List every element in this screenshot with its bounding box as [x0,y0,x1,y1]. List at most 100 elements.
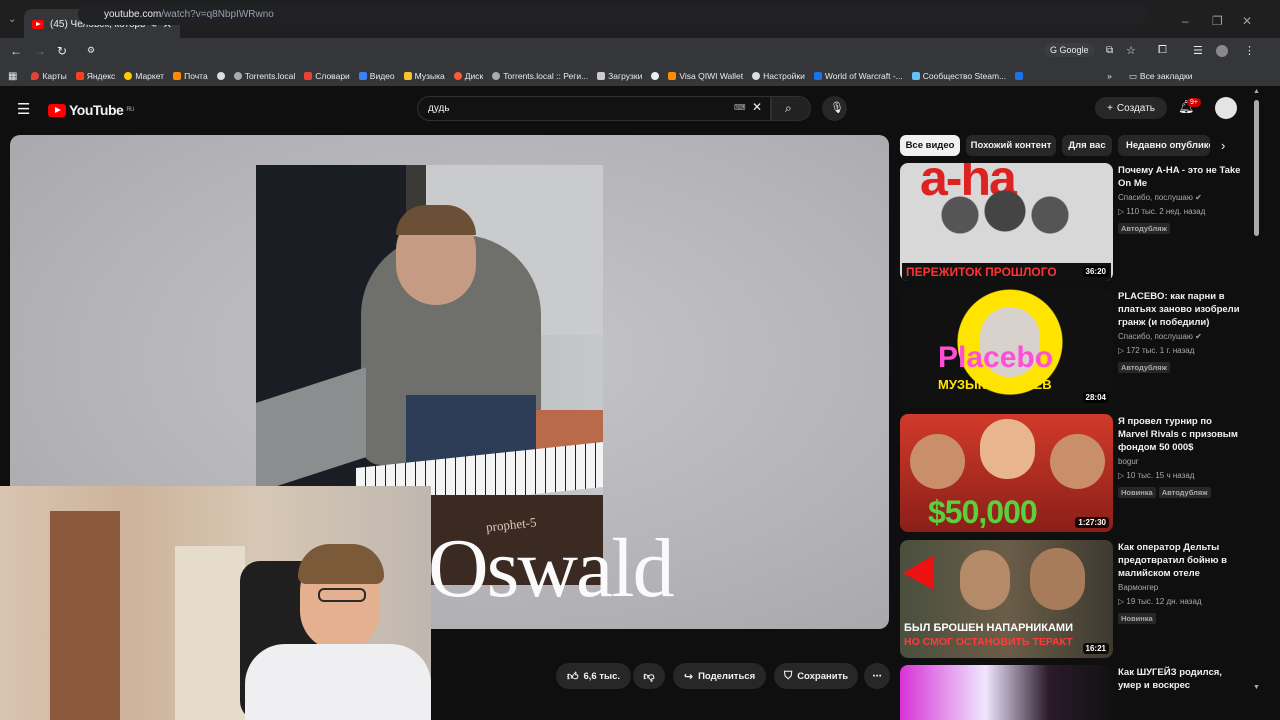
recommendation-title[interactable]: Почему A-HA - это не Take On Me [1118,164,1243,190]
logo-region: RU [126,107,134,113]
bookmark-item[interactable]: Музыка [403,71,445,81]
like-button[interactable]: 👍︎ 6,6 тыс. [556,663,631,689]
menu-kebab-icon[interactable]: ⋮ [1244,44,1255,57]
bookmark-item[interactable]: Почта [173,71,208,81]
recommendation-thumbnail[interactable]: БЫЛ БРОШЕН НАПАРНИКАМИ НО СМОГ ОСТАНОВИТ… [900,540,1113,658]
apps-grid-icon[interactable]: ▦ [8,71,17,82]
bookmark-label: Настройки [763,71,805,81]
back-icon[interactable]: ← [10,44,22,58]
bookmark-item[interactable]: Видео [358,71,395,81]
page-scrollbar-thumb[interactable] [1254,100,1259,236]
recommendation-thumbnail[interactable] [900,665,1113,720]
new-badge: Новинка [1118,613,1156,624]
hamburger-menu-icon[interactable]: ☰ [17,100,30,118]
recommendation-item[interactable]: a-ha ПЕРЕЖИТОК ПРОШЛОГО 36:20 Почему A-H… [900,163,1245,281]
site-info-icon[interactable]: ⚙ [87,45,95,56]
voice-search-button[interactable]: 🎙︎ [822,96,847,121]
bookmark-star-icon[interactable]: ☆ [1126,44,1136,57]
bookmark-item[interactable]: World of Warcraft -... [813,71,903,81]
thumbs-down-icon: 👎︎ [643,670,655,683]
chips-next-chevron-icon[interactable]: › [1221,138,1225,153]
bookmark-label: Torrents.local :: Реги... [503,71,589,81]
install-icon[interactable]: ⧉ [1106,45,1113,56]
share-label: Поделиться [698,670,756,682]
bookmark-item[interactable]: Сообщество Steam... [911,71,1006,81]
bookmark-item[interactable]: Маркет [124,71,164,81]
chip-all-videos[interactable]: Все видео [900,135,960,156]
bookmark-label: Маркет [135,71,165,81]
recommendation-title[interactable]: Я провел турнир по Marvel Rivals с призо… [1118,415,1243,454]
more-actions-button[interactable]: ⋯ [864,663,890,689]
more-bookmarks-icon[interactable]: » [1107,71,1112,81]
clear-search-icon[interactable]: ✕ [752,100,762,114]
bookmark-item[interactable]: Диск [453,71,483,81]
bookmark-item[interactable]: Visa QIWI Wallet [668,71,743,81]
bookmark-item[interactable]: Карты [31,71,67,81]
search-icon: ⌕ [785,101,792,115]
recommendation-title[interactable]: Как ШУГЕЙЗ родился, умер и воскрес [1118,666,1243,692]
share-button[interactable]: ↪ Поделиться [673,663,766,689]
scroll-up-arrow-icon[interactable]: ▲ [1253,88,1260,95]
bookmark-item[interactable] [1015,72,1024,80]
recommendation-title[interactable]: Как оператор Дельты предотвратил бойню в… [1118,541,1243,580]
thumb-banner-text: БЫЛ БРОШЕН НАПАРНИКАМИ [904,622,1074,634]
thumb-banner-text-2: НО СМОГ ОСТАНОВИТЬ ТЕРАКТ [904,636,1073,648]
bookmark-item[interactable]: Словари [304,71,350,81]
reload-icon[interactable]: ↻ [57,44,67,58]
bookmark-item[interactable] [651,72,660,80]
new-badge: Новинка [1118,487,1156,498]
chip-recent[interactable]: Недавно опублико [1118,135,1210,156]
verified-check-icon: ✔ [1195,332,1202,341]
chip-for-you[interactable]: Для вас [1062,135,1112,156]
bookmark-item[interactable]: Загрузки [597,71,642,81]
reading-list-icon[interactable]: ☰ [1193,44,1203,57]
recommendation-thumbnail[interactable]: Placebo МУЗЫКА ИЗГОЕВ 28:04 [900,289,1113,407]
youtube-logo[interactable]: YouTube RU [48,102,134,118]
bookmark-item[interactable]: Яндекс [75,71,115,81]
webcam-overlay [0,486,431,720]
minimize-button[interactable]: – [1182,14,1189,28]
thumb-banner-text: МУЗЫКА ИЗГОЕВ [938,377,1052,392]
video-stats: 10 тыс. 15 ч назад [1126,471,1195,480]
profile-icon[interactable] [1216,45,1228,57]
recommendation-thumbnail[interactable]: a-ha ПЕРЕЖИТОК ПРОШЛОГО 36:20 [900,163,1113,281]
page-scrollbar-track[interactable] [1262,86,1280,720]
recommendation-thumbnail[interactable]: $50,000 1:27:30 [900,414,1113,532]
save-button[interactable]: ⛉ Сохранить [774,663,858,689]
recommendation-title[interactable]: PLACEBO: как парни в платьях заново изоб… [1118,290,1243,329]
bookmark-label: Карты [42,71,67,81]
bookmark-label: Torrents.local [244,71,296,81]
channel-name[interactable]: bogur [1118,457,1138,466]
dislike-button[interactable]: 👎︎ [633,663,665,689]
bookmark-item[interactable] [216,72,225,80]
search-button[interactable]: ⌕ [771,96,811,121]
forward-icon[interactable]: → [34,44,46,58]
create-button[interactable]: + Создать [1095,97,1167,119]
bookmark-item[interactable]: Torrents.local [233,71,296,81]
tab-search-chevron-icon[interactable]: ⌄ [8,14,16,25]
extensions-icon[interactable]: ⧠ [1158,44,1167,57]
address-bar[interactable]: youtube.com/watch?v=q8NbpIWRwno [78,3,1148,25]
bookmarks-bar: ▦ Карты Яндекс Маркет Почта Torrents.loc… [0,66,1280,86]
channel-name[interactable]: Спасибо, послушаю [1118,332,1193,341]
chip-related[interactable]: Похожий контент [966,135,1056,156]
google-lens-chip[interactable]: G Google [1044,43,1095,57]
search-input[interactable]: дудь [417,96,771,121]
restore-button[interactable]: ❐ [1212,14,1223,28]
scroll-down-arrow-icon[interactable]: ▼ [1253,684,1260,691]
channel-name[interactable]: Спасибо, послушаю [1118,193,1193,202]
all-bookmarks-folder[interactable]: ▭ Все закладки [1129,71,1193,82]
recommendation-item[interactable]: $50,000 1:27:30 Я провел турнир по Marve… [900,414,1245,532]
recommendation-item[interactable]: БЫЛ БРОШЕН НАПАРНИКАМИ НО СМОГ ОСТАНОВИТ… [900,540,1245,658]
close-window-button[interactable]: ✕ [1242,14,1252,28]
bookmark-icon: ⛉ [783,669,793,682]
avatar[interactable] [1215,97,1237,119]
bookmark-item[interactable]: Настройки [752,71,805,81]
recommendation-item[interactable]: Placebo МУЗЫКА ИЗГОЕВ 28:04 PLACEBO: как… [900,289,1245,407]
video-stats: 19 тыс. 12 дн. назад [1126,597,1202,606]
channel-name[interactable]: Вармонгер [1118,583,1158,592]
recommendation-item[interactable]: Как ШУГЕЙЗ родился, умер и воскрес [900,665,1245,720]
bookmark-item[interactable]: Torrents.local :: Реги... [492,71,588,81]
video-overlay-title: Oswald [428,522,675,615]
keyboard-icon[interactable]: ⌨ [734,103,746,112]
